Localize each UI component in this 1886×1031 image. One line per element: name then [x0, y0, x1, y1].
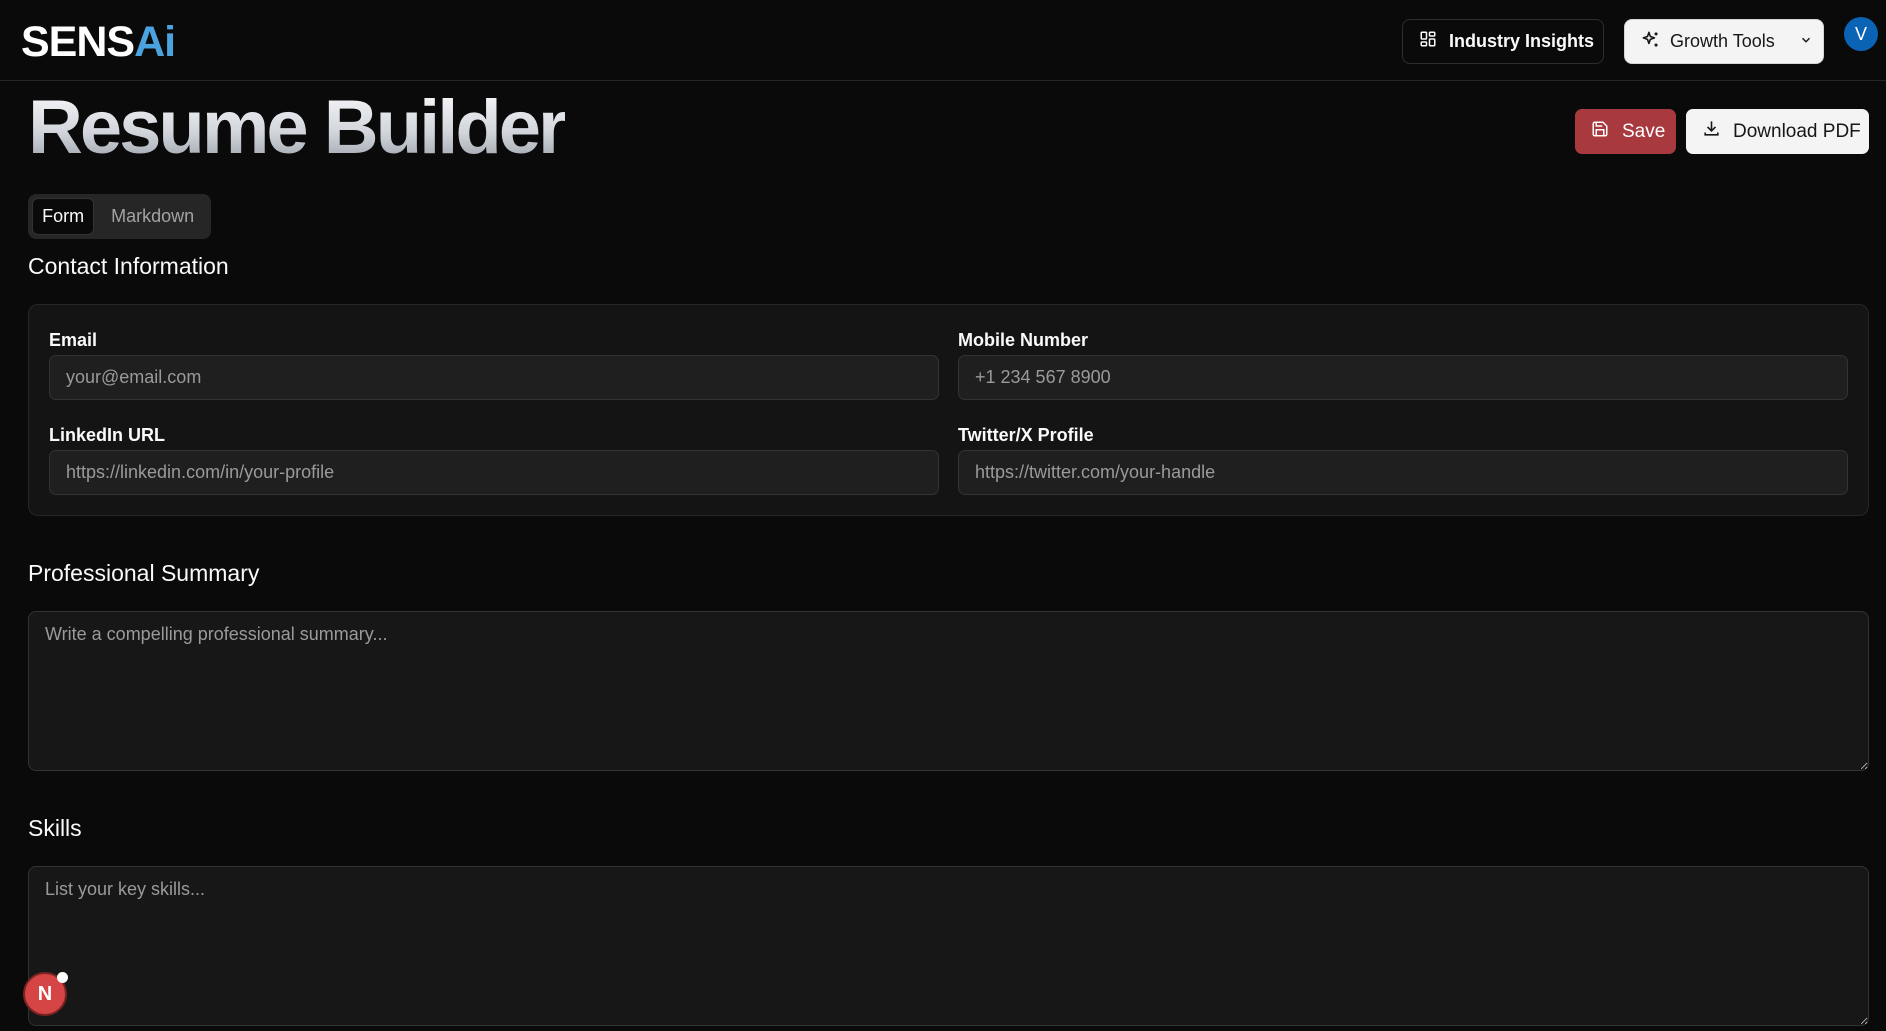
save-button[interactable]: Save: [1575, 109, 1676, 154]
industry-insights-label: Industry Insights: [1449, 31, 1595, 51]
contact-section-title: Contact Information: [28, 253, 229, 279]
notification-dot: [57, 972, 68, 983]
top-navbar: SENS Ai Industry Insights Growth Tools V: [0, 0, 1886, 81]
linkedin-field[interactable]: [49, 450, 939, 495]
editor-mode-tabs: Form Markdown: [28, 194, 211, 239]
skills-section-title: Skills: [28, 815, 82, 841]
twitter-label: Twitter/X Profile: [958, 425, 1094, 445]
email-field[interactable]: [49, 355, 939, 400]
download-pdf-label: Download PDF: [1733, 120, 1861, 142]
page-title: Resume Builder: [28, 82, 568, 174]
chevron-down-icon: [1799, 31, 1813, 52]
twitter-field[interactable]: [958, 450, 1848, 495]
tab-markdown[interactable]: Markdown: [98, 198, 207, 235]
growth-tools-label: Growth Tools: [1670, 31, 1775, 51]
tab-form[interactable]: Form: [32, 198, 95, 235]
email-label: Email: [49, 330, 98, 350]
sensai-logo[interactable]: SENS Ai: [21, 17, 176, 66]
skills-textarea[interactable]: [28, 866, 1869, 1026]
sparkles-icon: [1641, 30, 1660, 54]
mobile-label: Mobile Number: [958, 330, 1089, 350]
industry-insights-button[interactable]: Industry Insights: [1402, 19, 1604, 64]
summary-section-title: Professional Summary: [28, 560, 260, 586]
growth-tools-dropdown[interactable]: Growth Tools: [1624, 19, 1824, 64]
mobile-field[interactable]: [958, 355, 1848, 400]
logo-text: SENS: [21, 17, 135, 66]
download-pdf-button[interactable]: Download PDF: [1686, 109, 1869, 154]
contact-card: Email Mobile Number LinkedIn URL Twitter…: [28, 304, 1869, 516]
grid-icon: [1419, 30, 1437, 53]
save-icon: [1591, 120, 1609, 144]
save-label: Save: [1622, 120, 1666, 142]
summary-textarea[interactable]: [28, 611, 1869, 771]
user-avatar[interactable]: V: [1844, 17, 1878, 51]
linkedin-label: LinkedIn URL: [49, 425, 165, 445]
logo-ai-text: Ai: [134, 17, 176, 66]
download-icon: [1702, 119, 1721, 144]
